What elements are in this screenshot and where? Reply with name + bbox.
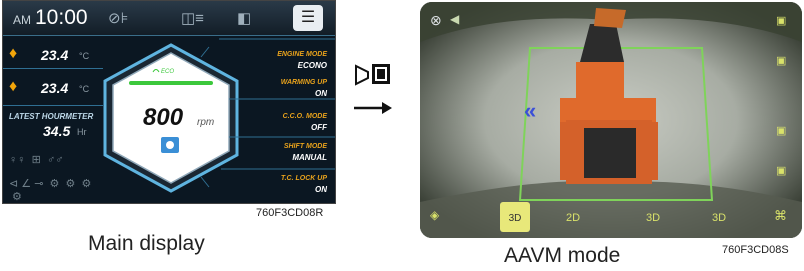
divider — [3, 105, 103, 106]
camera-settings-icon[interactable]: ⌘ — [774, 208, 787, 224]
tc-lockup-value: ON — [315, 185, 327, 194]
aavm-screen: « ⊗ ◀ ▣ ▣ ▣ ▣ ◈ 3D 2D 3D 3D ⌘ — [420, 2, 802, 238]
menu-icon: ☰ — [300, 9, 316, 26]
aavm-caption: AAVM mode — [504, 244, 621, 267]
warming-up-label: WARMING UP — [280, 79, 327, 86]
camera-side-icon[interactable]: ▣ — [776, 124, 786, 137]
hourmeter-unit: Hr — [77, 127, 87, 137]
camera-side-icon[interactable]: ▣ — [776, 54, 786, 67]
eco-label: ECO — [161, 69, 174, 75]
book-list-icon: ◫≡ — [181, 10, 204, 27]
clock-ampm: AM — [13, 13, 31, 27]
transmission-icon-dot — [166, 141, 174, 149]
view-3d-button[interactable]: 3D — [500, 202, 530, 232]
shift-mode-value: MANUAL — [292, 153, 327, 162]
main-display-caption: Main display — [88, 232, 205, 255]
mode-panel: ENGINE MODE ECONO WARMING UP ON C.C.O. M… — [199, 37, 335, 203]
temp-unit-2: °C — [79, 84, 90, 94]
aavm-camera-view: « — [420, 2, 802, 238]
temp-value-2: 23.4 — [41, 80, 69, 96]
right-arrow-icon — [354, 102, 392, 114]
temp-value-1: 23.4 — [41, 47, 69, 63]
temp-unit-1: °C — [79, 51, 90, 61]
cco-mode-value: OFF — [311, 123, 327, 132]
speaker-icon[interactable]: ◀ — [450, 12, 459, 26]
aavm-transition — [354, 64, 392, 114]
oil-temp-icon: ♦ — [9, 78, 18, 95]
view-3d-all-icon[interactable]: ◈ — [430, 208, 439, 222]
clock-time: 10:00 — [35, 6, 88, 29]
warning-icons-row-2: ⊲ ∠ ⊸ ⚙ ⚙ ⚙ ⚙ — [9, 178, 92, 203]
camera-rear-icon[interactable]: ▣ — [776, 164, 786, 177]
engine-mode-value: ECONO — [297, 61, 327, 70]
view-3d-label: 3D — [508, 213, 522, 224]
rpm-value: 800 — [143, 104, 184, 131]
hourmeter-value: 34.5 — [43, 123, 71, 139]
view-3d-left-button[interactable]: 3D — [646, 212, 660, 224]
camera-switch-icon — [355, 64, 390, 86]
direction-chevrons-icon: « — [524, 98, 536, 123]
status-bar: AM 10:00 ⊘⊧ ◫≡ ◧ ☰ — [3, 1, 335, 36]
camera-front-icon[interactable]: ▣ — [776, 14, 786, 27]
coolant-temp-icon: ♦ — [9, 45, 18, 62]
main-display-screen: AM 10:00 ⊘⊧ ◫≡ ◧ ☰ ♦ 23.4 °C ♦ 23.4 °C L… — [2, 0, 336, 204]
menu-button[interactable]: ☰ — [293, 5, 323, 31]
camera-view-icon: ◧ — [237, 10, 252, 27]
hourmeter-label: LATEST HOURMETER — [9, 112, 94, 121]
main-display-image-code: 760F3CD08R — [256, 207, 324, 219]
warming-up-value: ON — [315, 89, 327, 98]
shift-mode-label: SHIFT MODE — [283, 143, 327, 150]
view-2d-button[interactable]: 2D — [566, 212, 580, 224]
warning-icons-row-1: ♀♀ ⊞ ♂♂ — [9, 154, 64, 166]
aavm-image-code: 760F3CD08S — [722, 244, 789, 256]
cco-mode-label: C.C.O. MODE — [282, 113, 327, 120]
tc-lockup-label: T.C. LOCK UP — [280, 175, 327, 182]
left-panel: ♦ 23.4 °C ♦ 23.4 °C LATEST HOURMETER 34.… — [3, 35, 105, 203]
divider — [3, 68, 103, 69]
view-3d-right-button[interactable]: 3D — [712, 212, 726, 224]
engine-mode-label: ENGINE MODE — [277, 51, 327, 58]
indicator-icon: ⊘⊧ — [108, 10, 129, 27]
close-icon[interactable]: ⊗ — [430, 12, 442, 29]
